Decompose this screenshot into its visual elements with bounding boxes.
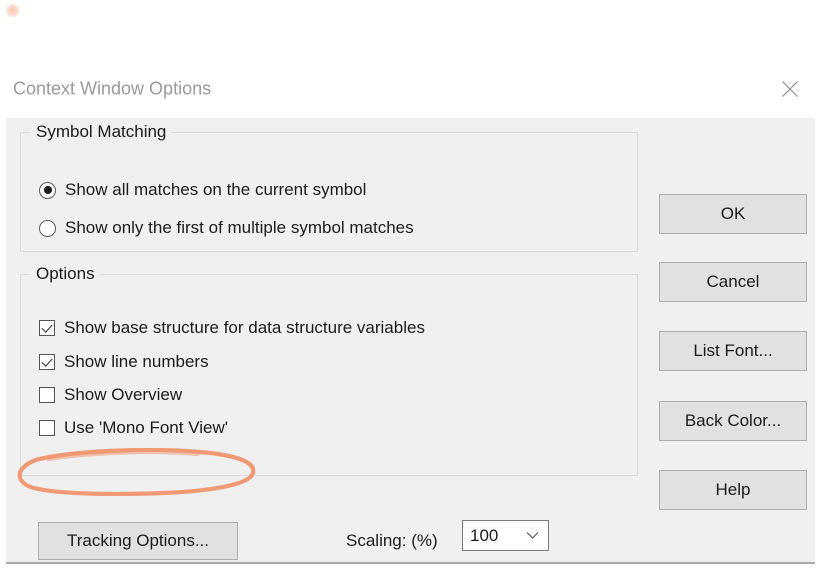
checkbox-show-overview[interactable]: Show Overview [39,385,182,405]
list-font-button[interactable]: List Font... [659,331,807,371]
checkbox-indicator-show-base-structure [39,320,55,336]
checkbox-show-line-numbers[interactable]: Show line numbers [39,352,209,372]
checkbox-indicator-show-overview [39,387,55,403]
chevron-down-icon [526,527,539,545]
scaling-select[interactable]: 100 [462,520,549,551]
radio-label-show-first-match: Show only the first of multiple symbol m… [65,218,414,237]
radio-show-first-match[interactable]: Show only the first of multiple symbol m… [39,218,414,238]
help-button[interactable]: Help [659,470,807,510]
checkbox-use-mono-font-view[interactable]: Use 'Mono Font View' [39,418,228,438]
back-color-button[interactable]: Back Color... [659,401,807,441]
ok-button[interactable]: OK [659,194,807,234]
tracking-options-button[interactable]: Tracking Options... [38,522,238,560]
radio-label-show-all-matches: Show all matches on the current symbol [65,180,367,199]
checkbox-label-show-overview: Show Overview [64,385,183,404]
radio-indicator-show-first-match [39,219,56,237]
scaling-value: 100 [470,525,499,545]
checkbox-indicator-use-mono-font-view [39,420,55,436]
dialog-titlebar: Context Window Options [6,60,815,118]
ink-dot-artifact [6,4,19,17]
options-legend: Options [31,264,100,284]
radio-show-all-matches[interactable]: Show all matches on the current symbol [39,180,366,200]
checkbox-label-show-line-numbers: Show line numbers [64,352,209,371]
symbol-matching-legend: Symbol Matching [31,122,172,142]
context-window-options-dialog: Context Window Options Symbol Matching S… [6,60,815,564]
checkbox-label-show-base-structure: Show base structure for data structure v… [64,318,425,337]
options-group: Options [20,264,638,476]
checkbox-indicator-show-line-numbers [39,354,55,370]
radio-indicator-show-all-matches [39,181,56,199]
checkbox-show-base-structure[interactable]: Show base structure for data structure v… [39,318,425,338]
checkbox-label-use-mono-font-view: Use 'Mono Font View' [64,418,228,437]
dialog-title: Context Window Options [13,78,212,99]
close-icon[interactable] [773,73,807,105]
cancel-button[interactable]: Cancel [659,262,807,302]
dialog-body: Symbol Matching Show all matches on the … [6,118,815,562]
scaling-label: Scaling: (%) [346,531,438,550]
